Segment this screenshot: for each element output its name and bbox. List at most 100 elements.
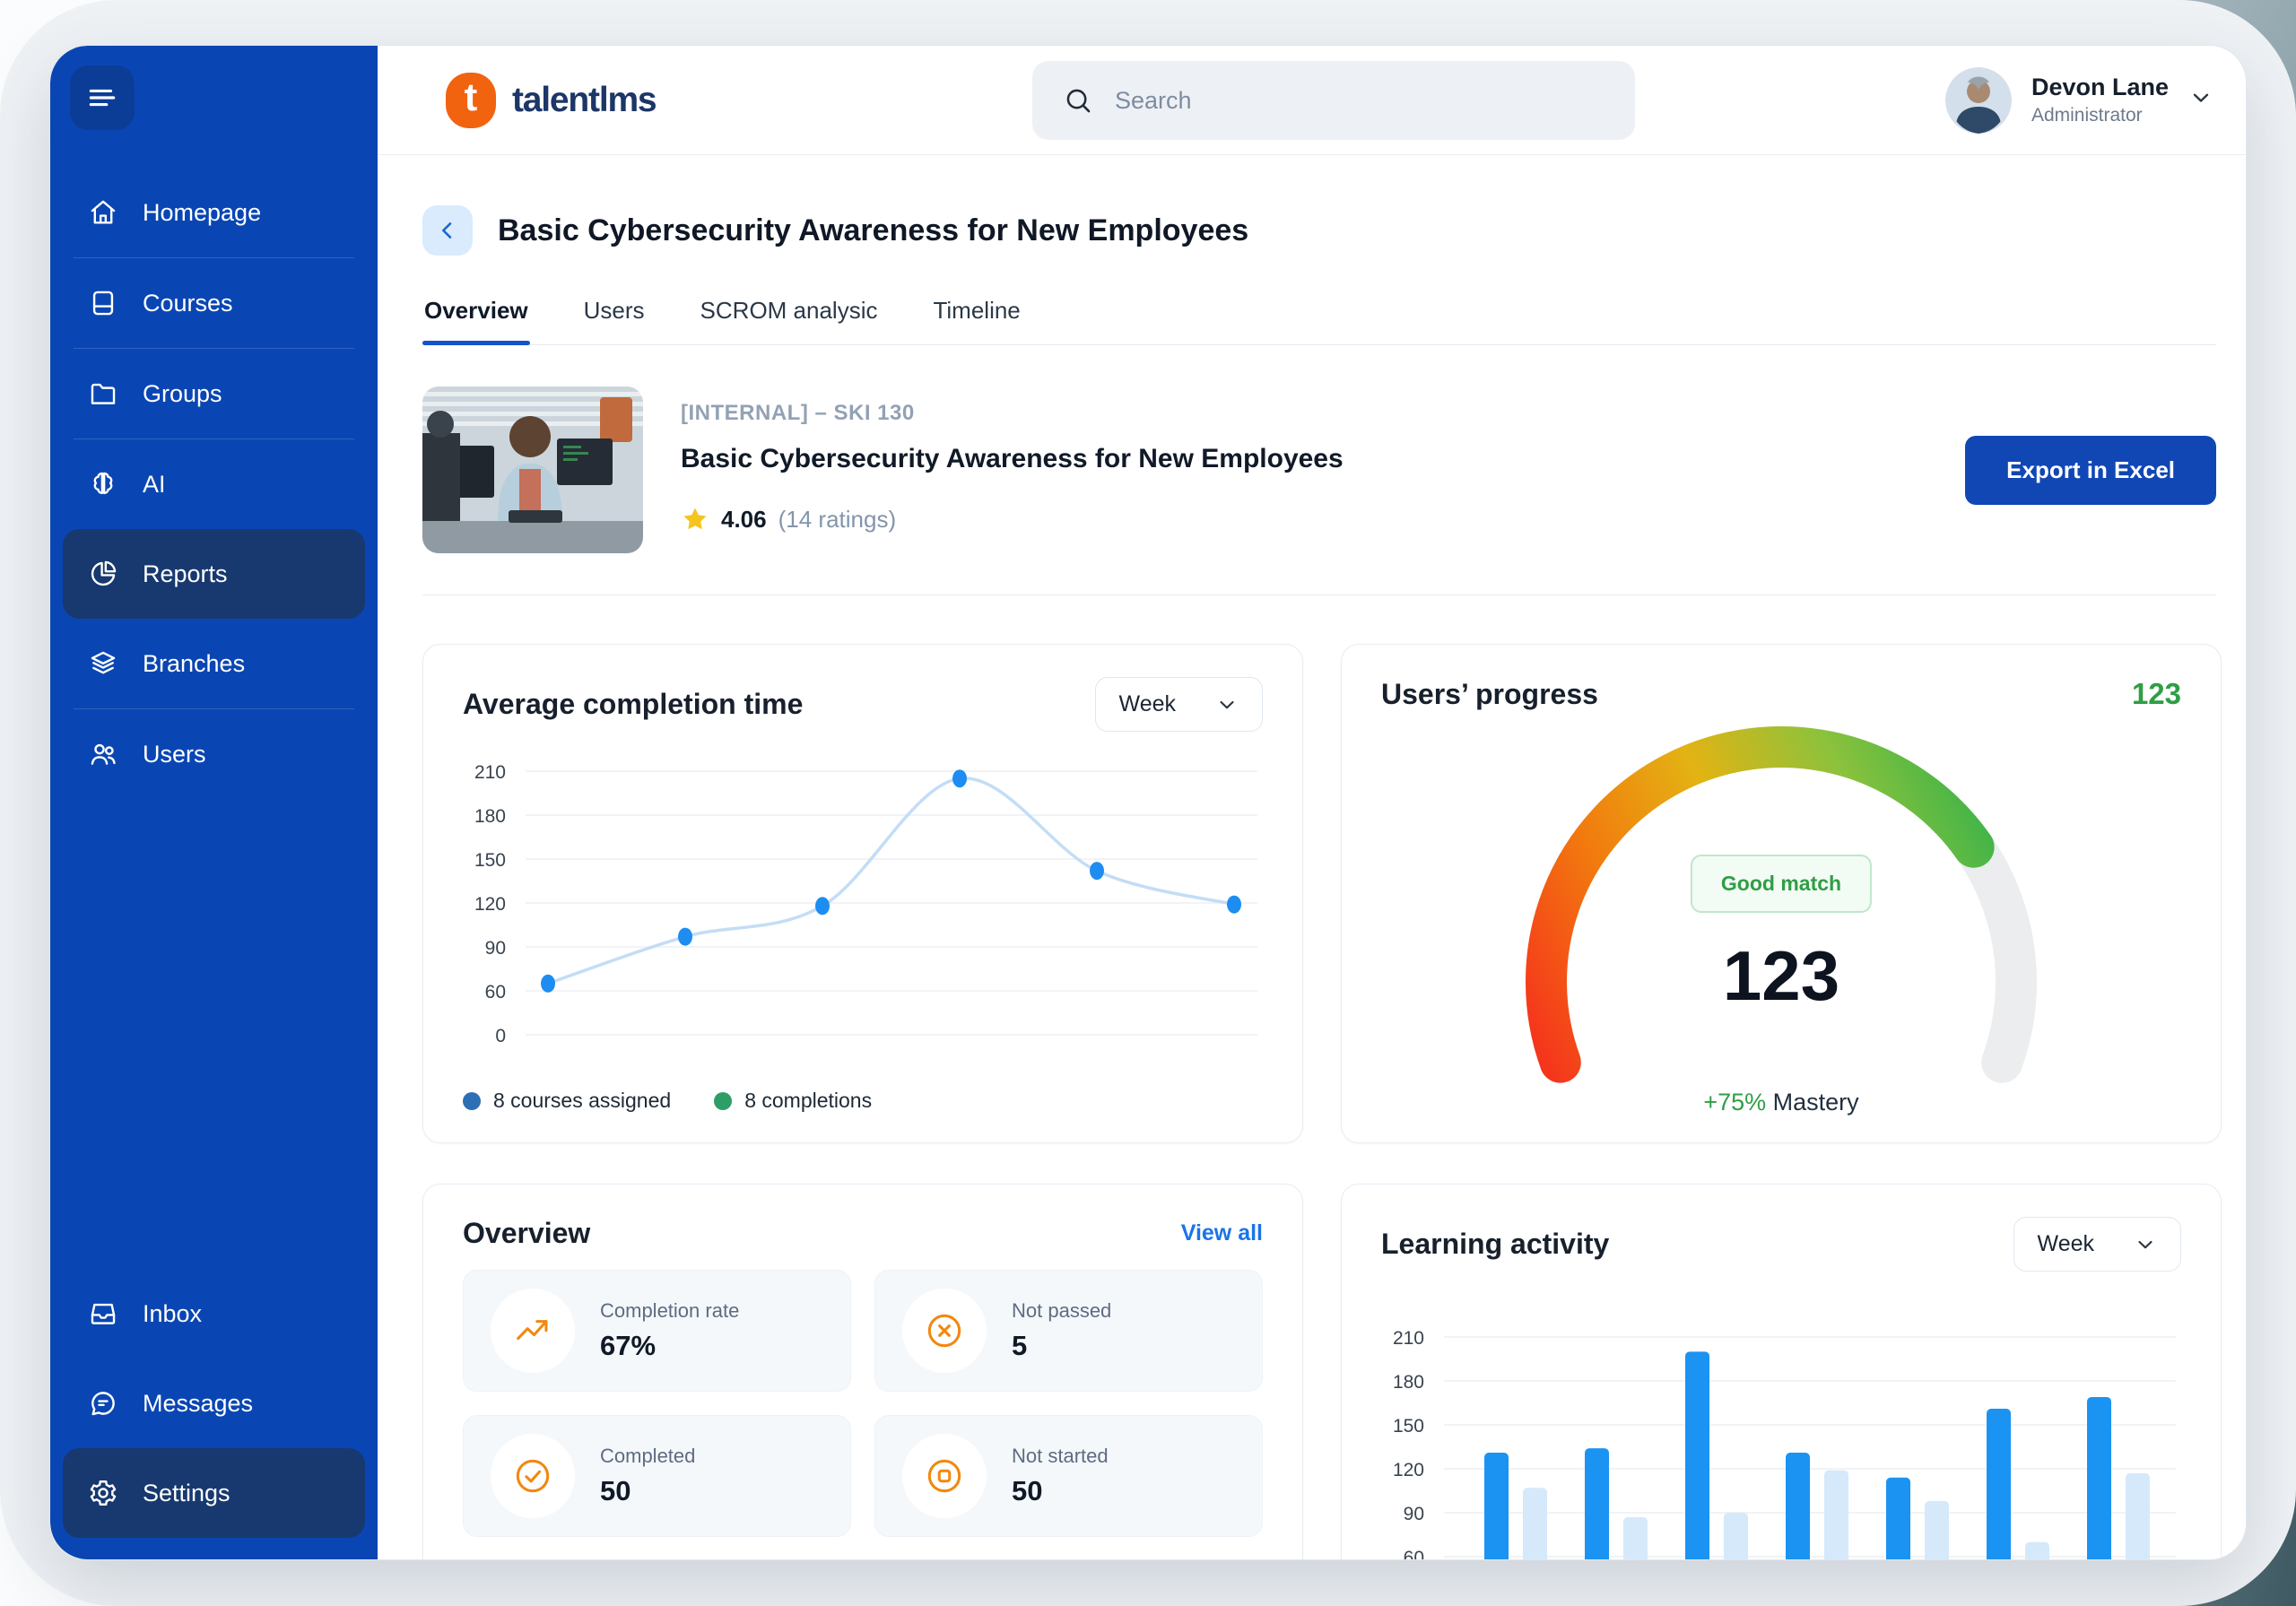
legend-label: 8 completions — [744, 1089, 872, 1113]
chevron-down-icon — [2188, 85, 2213, 115]
svg-text:120: 120 — [1393, 1460, 1424, 1480]
view-all-link[interactable]: View all — [1181, 1220, 1263, 1246]
legend-dot-icon — [714, 1092, 732, 1110]
sidebar-item-settings[interactable]: Settings — [63, 1448, 365, 1538]
main-area: t talentlms — [378, 46, 2246, 1559]
stat-tile-completion-rate: Completion rate 67% — [463, 1270, 851, 1392]
stat-label: Completion rate — [600, 1299, 739, 1323]
sidebar-item-ai[interactable]: AI — [63, 439, 365, 529]
book-icon — [88, 288, 118, 318]
tab-scrom-analysic[interactable]: SCROM analysic — [699, 297, 880, 344]
course-summary: [INTERNAL] – SKI 130 Basic Cybersecurity… — [422, 386, 2216, 553]
x-circle-icon — [924, 1310, 965, 1351]
avatar — [1945, 67, 2012, 134]
sidebar-item-courses[interactable]: Courses — [63, 258, 365, 348]
svg-text:210: 210 — [1393, 1328, 1424, 1349]
course-thumbnail-image — [422, 386, 643, 553]
tab-overview[interactable]: Overview — [422, 297, 530, 344]
stat-value: 67% — [600, 1330, 739, 1362]
mastery-caption: +75% Mastery — [1381, 1089, 2181, 1116]
svg-text:120: 120 — [474, 894, 506, 915]
page-content: Basic Cybersecurity Awareness for New Em… — [378, 155, 2246, 1559]
tab-users[interactable]: Users — [582, 297, 647, 344]
page-background: HomepageCoursesGroups AI Reports Branches Us… — [0, 0, 2296, 1606]
svg-text:210: 210 — [474, 762, 506, 783]
sidebar-item-groups[interactable]: Groups — [63, 349, 365, 438]
brand-logo: t talentlms — [446, 73, 656, 128]
hamburger-icon — [85, 81, 119, 115]
progress-gauge: Good match 123 — [1381, 713, 2181, 1085]
course-title: Basic Cybersecurity Awareness for New Em… — [681, 444, 1344, 474]
svg-text:150: 150 — [474, 850, 506, 871]
search-icon — [1063, 85, 1093, 116]
legend-item: 8 courses assigned — [463, 1089, 671, 1113]
progress-value: 123 — [1723, 935, 1839, 1017]
svg-text:180: 180 — [474, 806, 506, 827]
sidebar-nav: HomepageCoursesGroups AI Reports Branches Us… — [63, 168, 365, 799]
gear-icon — [88, 1478, 118, 1508]
message-icon — [88, 1388, 118, 1419]
menu-button[interactable] — [70, 65, 135, 130]
period-select[interactable]: Week — [2013, 1217, 2181, 1272]
sidebar-item-messages[interactable]: Messages — [63, 1359, 365, 1448]
stat-tile-not-passed: Not passed 5 — [874, 1270, 1263, 1392]
svg-text:60: 60 — [485, 982, 506, 1003]
card-title: Users’ progress — [1381, 678, 1598, 711]
svg-text:90: 90 — [485, 938, 506, 959]
tabs: Overview Users SCROM analysic Timeline — [422, 297, 2216, 345]
svg-text:150: 150 — [1393, 1416, 1424, 1437]
sidebar-item-label: Reports — [143, 560, 228, 588]
status-badge: Good match — [1691, 855, 1872, 913]
page-header: Basic Cybersecurity Awareness for New Em… — [422, 205, 2216, 256]
sidebar-item-homepage[interactable]: Homepage — [63, 168, 365, 257]
stat-label: Completed — [600, 1445, 695, 1468]
sidebar: HomepageCoursesGroups AI Reports Branches Us… — [50, 46, 378, 1559]
avg-completion-card: Average completion time Week 210 180 150 12… — [422, 644, 1303, 1143]
svg-text:90: 90 — [1404, 1504, 1424, 1524]
chevron-down-icon — [2134, 1233, 2157, 1256]
pie-chart-icon — [88, 559, 118, 589]
user-menu[interactable]: Devon Lane Administrator — [1945, 67, 2213, 134]
course-rating: 4.06 (14 ratings) — [681, 505, 1344, 534]
trend-up-icon — [512, 1310, 553, 1351]
sidebar-item-label: Users — [143, 741, 206, 768]
sidebar-item-users[interactable]: Users — [63, 709, 365, 799]
period-select[interactable]: Week — [1095, 677, 1263, 732]
stat-label: Not passed — [1012, 1299, 1111, 1323]
chevron-left-icon — [435, 218, 460, 243]
legend-label: 8 courses assigned — [493, 1089, 671, 1113]
user-role: Administrator — [2031, 105, 2169, 126]
search-bar[interactable] — [1032, 61, 1635, 140]
svg-text:180: 180 — [1393, 1372, 1424, 1393]
learning-activity-card: Learning activity Week 21018015012090600 — [1341, 1184, 2222, 1559]
chart-legend: 8 courses assigned 8 completions — [463, 1089, 1263, 1113]
svg-text:0: 0 — [495, 1026, 506, 1046]
overview-card: Overview View all Completion rate 67% Not … — [422, 1184, 1303, 1559]
legend-item: 8 completions — [714, 1089, 872, 1113]
top-bar: t talentlms — [378, 46, 2246, 155]
export-excel-button[interactable]: Export in Excel — [1965, 436, 2216, 505]
sidebar-item-label: Inbox — [143, 1300, 202, 1328]
sidebar-item-branches[interactable]: Branches — [63, 619, 365, 708]
stop-circle-icon — [924, 1455, 965, 1497]
sidebar-item-label: AI — [143, 471, 166, 499]
progress-total: 123 — [2132, 677, 2181, 711]
card-title: Average completion time — [463, 688, 803, 721]
svg-text:60: 60 — [1404, 1548, 1424, 1559]
tab-timeline[interactable]: Timeline — [931, 297, 1022, 344]
learning-activity-bar-chart: 21018015012090600 — [1381, 1304, 2181, 1559]
stat-tile-not-started: Not started50 — [874, 1415, 1263, 1537]
card-title: Overview — [463, 1217, 590, 1250]
inbox-icon — [88, 1298, 118, 1329]
brand-name: talentlms — [512, 81, 656, 120]
search-input[interactable] — [1113, 86, 1605, 116]
back-button[interactable] — [422, 205, 473, 256]
stat-value: 50 — [1012, 1475, 1109, 1507]
rating-count: (14 ratings) — [778, 506, 897, 534]
sidebar-item-reports[interactable]: Reports — [63, 529, 365, 619]
stat-value: 5 — [1012, 1330, 1111, 1362]
sidebar-item-label: Branches — [143, 650, 245, 678]
sidebar-item-inbox[interactable]: Inbox — [63, 1269, 365, 1359]
chevron-down-icon — [1215, 693, 1239, 716]
stats-grid: Completion rate 67% Not passed 5 Completed 50… — [463, 1270, 1263, 1559]
